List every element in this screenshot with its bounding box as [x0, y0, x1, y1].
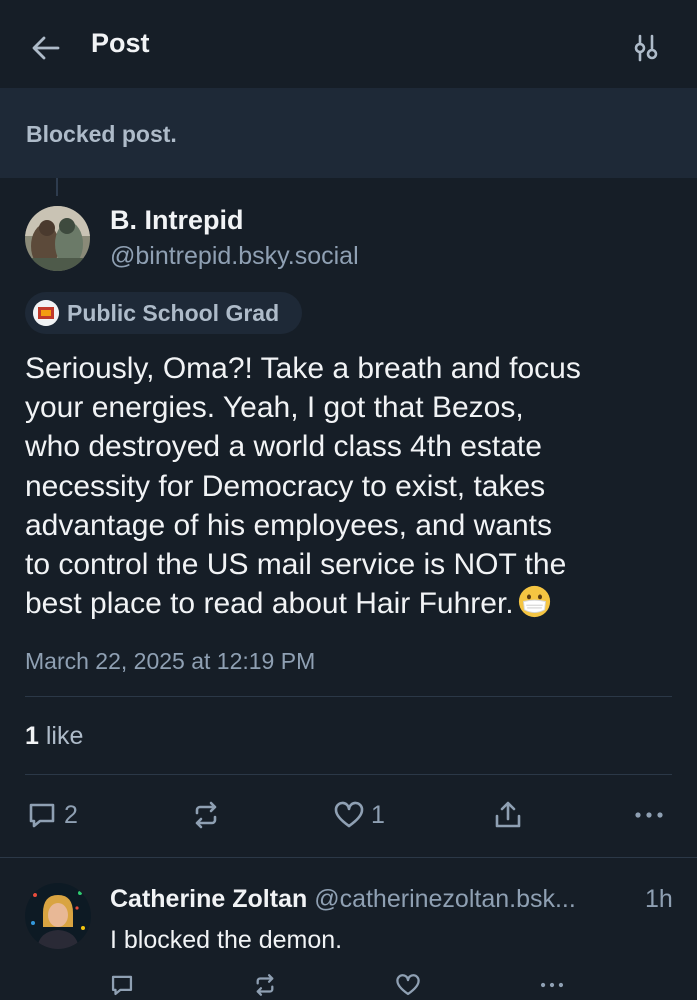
blocked-post-banner: Blocked post. [0, 88, 697, 178]
repost-icon [195, 801, 217, 829]
post-text-line-last: best place to read about Hair Fuhrer. [25, 584, 675, 623]
blocked-post-text: Blocked post. [26, 121, 177, 147]
reply-author-name: Catherine Zoltan [110, 885, 308, 913]
sliders-icon [634, 34, 658, 62]
reply-repost-button[interactable] [252, 972, 278, 998]
thread-settings-button[interactable] [628, 30, 664, 66]
repost-icon [256, 974, 274, 996]
like-count: 1 [371, 800, 385, 829]
likes-count: 1 [25, 722, 39, 750]
profile-badge[interactable]: Public School Grad [25, 292, 302, 334]
divider [25, 774, 672, 775]
reply-author-avatar[interactable] [25, 883, 91, 949]
like-button[interactable]: 1 [333, 799, 385, 831]
repost-button[interactable] [190, 799, 222, 831]
post-timestamp: March 22, 2025 at 12:19 PM [25, 648, 316, 674]
reply-more-options-button[interactable] [538, 972, 566, 998]
reply-text: I blocked the demon. [110, 926, 343, 954]
post-text-line: best place to read about Hair Fuhrer. [25, 587, 514, 621]
post-text: Seriously, Oma?! Take a breath and focus… [25, 349, 675, 623]
post-text-line: advantage of his employees, and wants [25, 508, 553, 542]
post-text-line: your energies. Yeah, I got that Bezos, [25, 391, 524, 425]
badge-label: Public School Grad [67, 299, 280, 326]
more-options-button[interactable] [633, 799, 665, 831]
divider [25, 696, 672, 697]
reply-like-button[interactable] [395, 972, 421, 998]
back-button[interactable] [28, 30, 64, 66]
reply-icon [111, 975, 133, 996]
share-icon [495, 801, 521, 828]
author-avatar[interactable] [25, 206, 90, 271]
divider [0, 857, 697, 858]
school-badge-icon [33, 300, 59, 326]
heart-icon [334, 801, 364, 828]
reply-author-line[interactable]: Catherine Zoltan @catherinezoltan.bsk... [110, 885, 576, 914]
reply-icon [29, 803, 55, 828]
author-handle[interactable]: @bintrepid.bsky.social [110, 242, 359, 271]
reply-time: 1h [645, 885, 673, 913]
arrow-left-icon [32, 36, 60, 60]
share-button[interactable] [492, 799, 524, 831]
mask-face-emoji [518, 586, 550, 618]
post-text-line: who destroyed a world class 4th estate [25, 430, 542, 464]
page-title: Post [91, 28, 150, 58]
more-horizontal-icon [635, 812, 663, 818]
post-text-line: necessity for Democracy to exist, takes [25, 469, 546, 503]
post-text-line: Seriously, Oma?! Take a breath and focus [25, 352, 581, 385]
reply-author-handle: @catherinezoltan.bsk... [314, 885, 576, 913]
thread-connector-line [56, 178, 58, 196]
author-name[interactable]: B. Intrepid [110, 205, 244, 236]
top-bar: Post [0, 0, 697, 88]
reply-reply-button[interactable] [109, 972, 135, 998]
reply-count: 2 [64, 800, 78, 829]
reply-button[interactable]: 2 [26, 799, 78, 831]
likes-label: like [38, 722, 84, 750]
likes-summary[interactable]: 1 like [25, 722, 83, 751]
more-horizontal-icon [540, 982, 564, 988]
post-text-line: to control the US mail service is NOT th… [25, 548, 567, 582]
heart-icon [396, 974, 420, 996]
